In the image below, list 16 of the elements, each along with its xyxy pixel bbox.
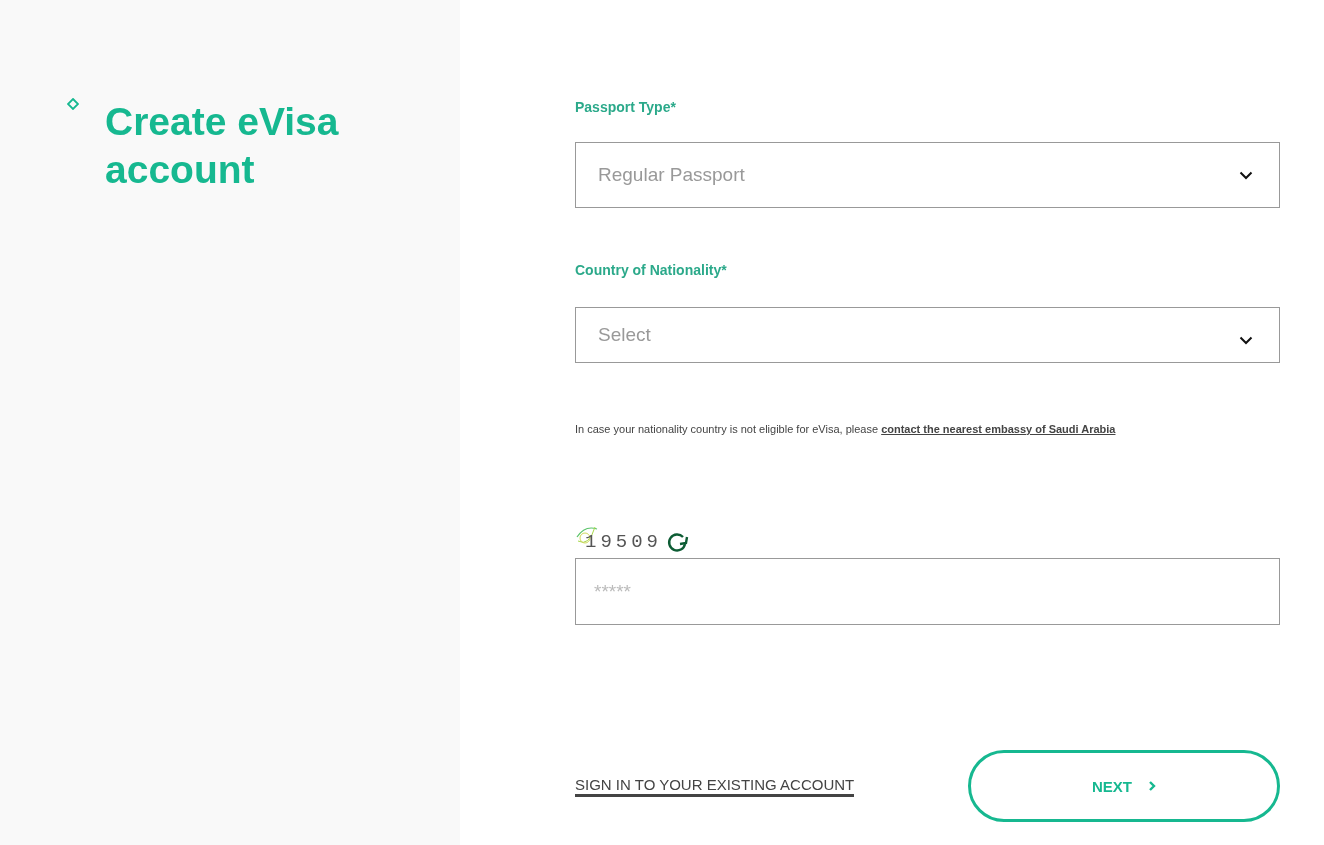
- select-field[interactable]: Select: [575, 307, 1280, 363]
- notice-text: In case your nationality country is not eligible for eVisa, please contact the nearest embassy of Saudi Arabia: [575, 423, 1117, 435]
- diamond-icon: [67, 98, 79, 110]
- next-button[interactable]: NEXT: [968, 750, 1280, 822]
- sign-in-link[interactable]: SIGN IN TO YOUR EXISTING ACCOUNT: [575, 775, 855, 797]
- field-label: Passport Type*: [575, 99, 677, 117]
- chevron-right-icon: [1148, 780, 1156, 792]
- chevron-down-icon: [1239, 335, 1253, 345]
- refresh-icon[interactable]: [666, 531, 690, 553]
- captcha-input[interactable]: *****: [575, 558, 1280, 625]
- select-field[interactable]: Regular Passport: [575, 142, 1280, 208]
- captcha-image: 19509: [575, 523, 662, 553]
- chevron-down-icon: [1239, 170, 1253, 180]
- embassy-link[interactable]: contact the nearest embassy of Saudi Arabia: [881, 423, 1116, 435]
- field-label: Country of Nationality*: [575, 262, 728, 280]
- page-title: Create eVisa account: [105, 99, 340, 193]
